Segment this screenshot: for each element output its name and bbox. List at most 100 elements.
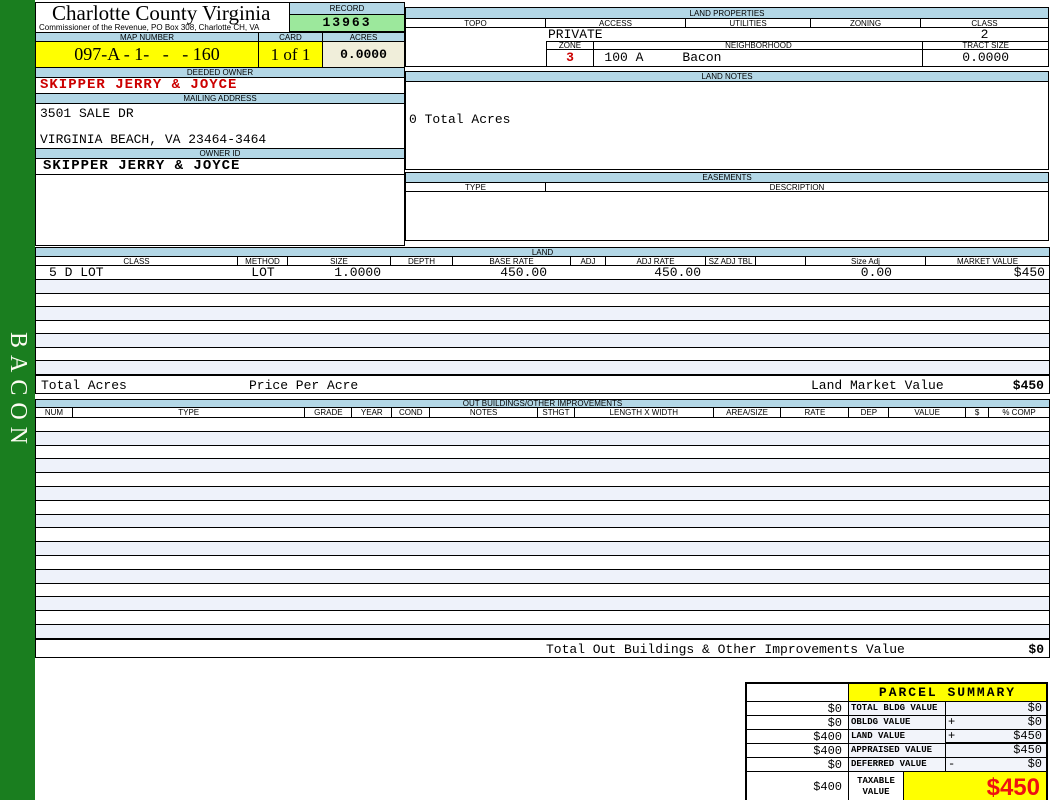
record-label: RECORD xyxy=(290,3,404,15)
out-buildings-total-label: Total Out Buildings & Other Improvements… xyxy=(546,642,905,657)
empty-table-row xyxy=(36,597,1049,611)
deeded-owner-value: SKIPPER JERRY & JOYCE xyxy=(36,78,404,94)
total-acres-label: Total Acres xyxy=(41,378,127,393)
prior-land-value: $400 xyxy=(747,730,849,744)
access-value: PRIVATE xyxy=(548,27,603,42)
operator: - xyxy=(948,758,955,771)
land-properties-title: LAND PROPERTIES xyxy=(406,8,1048,19)
ob-type-header: TYPE xyxy=(73,408,306,418)
empty-table-row xyxy=(36,307,1049,321)
empty-table-row xyxy=(36,625,1049,639)
utilities-header: UTILITIES xyxy=(686,19,811,28)
easements-body xyxy=(405,192,1049,241)
ob-year-header: YEAR xyxy=(352,408,392,418)
empty-table-row xyxy=(36,556,1049,570)
summary-row-land: $400 LAND VALUE + $450 xyxy=(747,730,1046,744)
land-class-value: 5 D LOT xyxy=(36,266,238,279)
zone-row-spacer xyxy=(406,41,546,50)
taxable-label-line2: VALUE xyxy=(849,787,903,798)
land-sz-adj-tbl-value xyxy=(706,266,756,279)
land-market-value-label: Land Market Value xyxy=(811,378,944,393)
summary-row-appraised: $400 APPRAISED VALUE $450 xyxy=(747,744,1046,758)
ob-num-header: NUM xyxy=(36,408,73,418)
empty-table-row xyxy=(36,611,1049,625)
zoning-header: ZONING xyxy=(811,19,921,28)
summary-row-total-bldg: $0 TOTAL BLDG VALUE $0 xyxy=(747,702,1046,716)
land-adj-header: ADJ xyxy=(571,257,606,266)
acres-label: ACRES xyxy=(323,33,404,42)
land-notes-body: 0 Total Acres xyxy=(405,82,1049,170)
ob-pct-comp-header: % COMP xyxy=(989,408,1049,418)
topo-header: TOPO xyxy=(406,19,546,28)
land-notes-section: LAND NOTES 0 Total Acres xyxy=(405,71,1049,170)
empty-table-row xyxy=(36,361,1049,375)
empty-table-row xyxy=(36,348,1049,362)
amount: $0 xyxy=(1028,758,1042,771)
prior-appraised-value: $400 xyxy=(747,744,849,758)
empty-table-row xyxy=(36,446,1049,460)
land-market-value-header: MARKET VALUE xyxy=(926,257,1049,266)
land-properties-section: LAND PROPERTIES TOPO ACCESS UTILITIES ZO… xyxy=(405,7,1049,67)
ob-cond-header: COND xyxy=(392,408,430,418)
amount: $0 xyxy=(1028,702,1042,715)
summary-row-taxable: $400 TAXABLE VALUE $450 xyxy=(747,772,1046,800)
land-title: LAND xyxy=(35,247,1050,257)
record-box: RECORD 13963 xyxy=(289,2,405,32)
parcel-summary: PARCEL SUMMARY $0 TOTAL BLDG VALUE $0 $0… xyxy=(745,682,1048,800)
tract-size-value: 0.0000 xyxy=(922,50,1048,66)
empty-table-row xyxy=(36,542,1049,556)
land-size-value: 1.0000 xyxy=(288,266,391,279)
easements-title: EASEMENTS xyxy=(405,172,1049,183)
neighborhood-value: 100 A Bacon xyxy=(593,50,922,66)
land-section: LAND CLASS METHOD SIZE DEPTH BASE RATE A… xyxy=(35,247,1050,394)
zone-value: 3 xyxy=(546,50,594,66)
land-value: + $450 xyxy=(946,730,1046,744)
out-buildings-headers: NUM TYPE GRADE YEAR COND NOTES STHGT LEN… xyxy=(35,408,1050,418)
deferred-value-label: DEFERRED VALUE xyxy=(849,758,946,772)
prior-taxable-value: $400 xyxy=(747,772,849,800)
empty-table-row xyxy=(36,280,1049,294)
zone-row-spacer xyxy=(406,50,546,66)
land-adj-rate-value: 450.00 xyxy=(606,266,706,279)
empty-table-row xyxy=(36,334,1049,348)
land-value-label: LAND VALUE xyxy=(849,730,946,744)
easements-headers: TYPE DESCRIPTION xyxy=(405,183,1049,192)
card-value: 1 of 1 xyxy=(259,42,323,68)
operator: + xyxy=(948,716,955,729)
ob-notes-header: NOTES xyxy=(430,408,538,418)
ob-sthgt-header: STHGT xyxy=(538,408,575,418)
record-value: 13963 xyxy=(290,15,404,31)
land-market-value: $450 xyxy=(926,266,1049,279)
land-method-value: LOT xyxy=(238,266,288,279)
operator: + xyxy=(948,730,955,743)
map-card-acres-values: 097-A - 1- - - 160 1 of 1 0.0000 xyxy=(36,42,404,68)
ob-dollar-header: $ xyxy=(966,408,989,418)
prior-deferred-value: $0 xyxy=(747,758,849,772)
county-header: Charlotte County Virginia Commissioner o… xyxy=(36,3,404,32)
empty-table-row xyxy=(36,473,1049,487)
class-value: 2 xyxy=(921,27,1048,42)
empty-table-row xyxy=(36,570,1049,584)
land-depth-value xyxy=(391,266,453,279)
land-market-value-total: $450 xyxy=(1013,378,1044,393)
ob-length-width-header: LENGTH X WIDTH xyxy=(575,408,714,418)
ob-area-size-header: AREA/SIZE xyxy=(714,408,782,418)
easement-description-header: DESCRIPTION xyxy=(546,183,1048,192)
prior-total-bldg-value: $0 xyxy=(747,702,849,716)
empty-table-row xyxy=(36,432,1049,446)
zone-neighborhood-headers: ZONE NEIGHBORHOOD TRACT SIZE xyxy=(406,41,1048,50)
empty-table-row xyxy=(36,501,1049,515)
neighborhood-label: NEIGHBORHOOD xyxy=(593,41,922,50)
parcel-summary-title-row: PARCEL SUMMARY xyxy=(747,684,1046,702)
obldg-value-label: OBLDG VALUE xyxy=(849,716,946,730)
card-label: CARD xyxy=(259,33,323,42)
mailing-address-box: 3501 SALE DR VIRGINIA BEACH, VA 23464-34… xyxy=(36,104,404,149)
map-number-label: MAP NUMBER xyxy=(36,33,259,42)
empty-table-row xyxy=(36,321,1049,335)
ob-grade-header: GRADE xyxy=(305,408,352,418)
land-size-header: SIZE xyxy=(288,257,391,266)
address-line-1: 3501 SALE DR xyxy=(40,106,134,121)
land-adj-value xyxy=(571,266,606,279)
map-card-acres-headers: MAP NUMBER CARD ACRES xyxy=(36,32,404,42)
land-notes-title: LAND NOTES xyxy=(405,71,1049,82)
